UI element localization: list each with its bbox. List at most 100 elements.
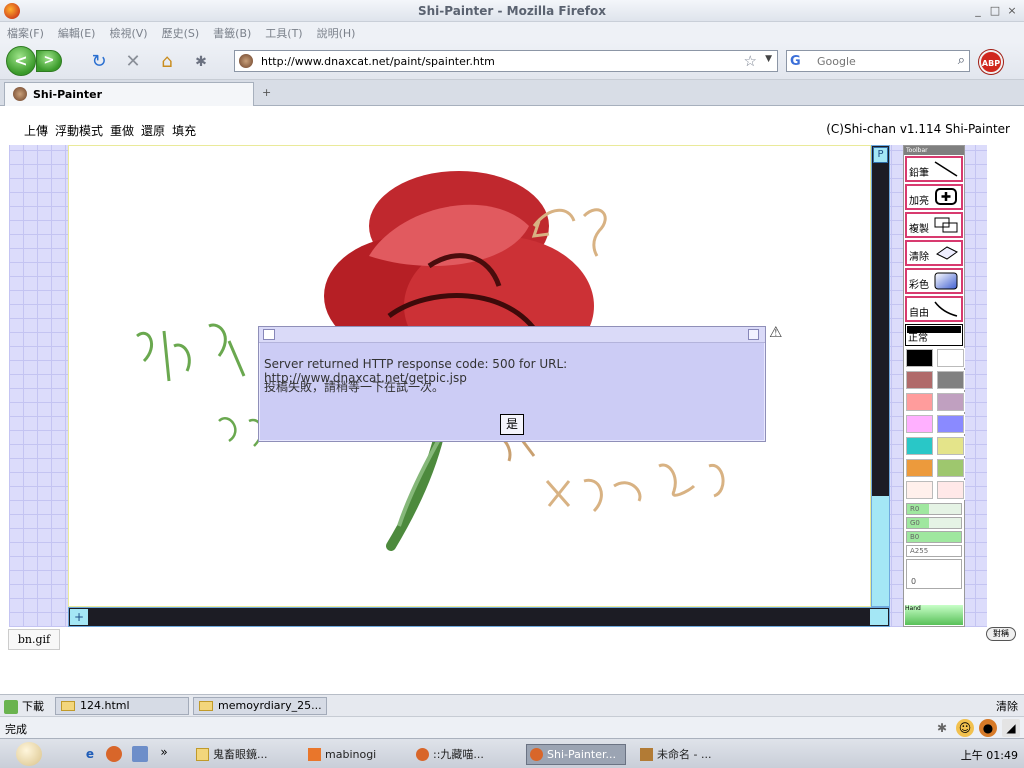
- copy-tool[interactable]: 複製: [905, 212, 963, 238]
- redo-link[interactable]: 重做: [110, 124, 134, 138]
- copy-tool-label: 複製: [909, 224, 929, 235]
- firefox-icon: [416, 748, 429, 761]
- app-icon: [308, 748, 321, 761]
- menu-tools[interactable]: 工具(T): [258, 22, 309, 44]
- vertical-scroll-thumb[interactable]: [872, 496, 889, 606]
- brush-size-value: 0: [911, 577, 917, 586]
- task-item-3[interactable]: ::九藏喵...: [412, 744, 522, 765]
- alpha-slider[interactable]: A255: [906, 545, 962, 557]
- color-swatch[interactable]: [936, 414, 965, 434]
- forward-button[interactable]: >: [36, 50, 62, 72]
- symmetry-button[interactable]: 對稱: [986, 627, 1016, 641]
- site-favicon: [239, 54, 253, 68]
- ie-icon[interactable]: e: [82, 746, 98, 762]
- dialog-maximize-icon[interactable]: [748, 329, 759, 340]
- float-mode-link[interactable]: 浮動模式: [55, 124, 103, 138]
- menubar: 檔案(F) 編輯(E) 檢視(V) 歷史(S) 書籤(B) 工具(T) 說明(H): [0, 22, 1024, 42]
- scroll-right-button[interactable]: [870, 609, 888, 625]
- more-quick-icon[interactable]: »: [156, 744, 172, 760]
- close-window-button[interactable]: ×: [1005, 4, 1019, 18]
- download-item-1[interactable]: 124.html: [55, 697, 189, 715]
- canvas-horizontal-scrollbar[interactable]: +: [68, 607, 890, 627]
- search-box[interactable]: G ⌕: [786, 50, 970, 72]
- canvas-vertical-scrollbar[interactable]: P: [871, 145, 890, 607]
- resize-grip-icon[interactable]: ◢: [1002, 719, 1020, 737]
- menu-view[interactable]: 檢視(V): [102, 22, 154, 44]
- color-swatch[interactable]: [936, 436, 965, 456]
- undo-link[interactable]: 還原: [141, 124, 165, 138]
- color-tool[interactable]: 彩色: [905, 268, 963, 294]
- explorer-quick-icon[interactable]: [132, 746, 148, 762]
- new-tab-button[interactable]: +: [262, 86, 271, 99]
- free-tool[interactable]: 自由: [905, 296, 963, 322]
- scroll-top-button[interactable]: P: [873, 147, 888, 163]
- menu-bookmarks[interactable]: 書籤(B): [206, 22, 258, 44]
- hand-tool[interactable]: Hand: [905, 605, 963, 625]
- red-slider[interactable]: R0: [906, 503, 962, 515]
- downloads-label[interactable]: 下載: [4, 698, 44, 714]
- maximize-button[interactable]: □: [988, 4, 1002, 18]
- firefox-status-icon[interactable]: ●: [979, 719, 997, 737]
- scroll-left-button[interactable]: +: [70, 609, 88, 625]
- home-icon[interactable]: ⌂: [156, 51, 178, 73]
- pencil-tool[interactable]: 鉛筆: [905, 156, 963, 182]
- color-swatch[interactable]: [936, 392, 965, 412]
- tab-label: Shi-Painter: [33, 88, 103, 101]
- google-icon[interactable]: G: [790, 54, 806, 70]
- copy-rect-icon: [934, 217, 958, 233]
- color-swatch[interactable]: [936, 480, 965, 500]
- bookmark-star-icon[interactable]: ☆: [744, 52, 757, 70]
- color-swatch[interactable]: [905, 458, 934, 478]
- task-item-4[interactable]: Shi-Painter...: [526, 744, 626, 765]
- clear-downloads-button[interactable]: 清除: [996, 698, 1018, 714]
- color-swatch[interactable]: [905, 348, 934, 368]
- adblock-icon[interactable]: ABP: [979, 50, 1003, 74]
- search-icon[interactable]: ⌕: [958, 53, 965, 68]
- start-button[interactable]: [16, 742, 42, 766]
- brush-size-box[interactable]: 0: [906, 559, 962, 589]
- color-swatch[interactable]: [905, 392, 934, 412]
- color-swatch[interactable]: [905, 414, 934, 434]
- task-item-2[interactable]: mabinogi: [304, 744, 404, 765]
- url-dropdown-icon[interactable]: ▼: [765, 54, 772, 64]
- blue-slider[interactable]: B0: [906, 531, 962, 543]
- back-button[interactable]: <: [6, 46, 36, 76]
- menu-history[interactable]: 歷史(S): [155, 22, 207, 44]
- firefox-quick-icon[interactable]: [106, 746, 122, 762]
- color-swatch[interactable]: [936, 370, 965, 390]
- color-swatch[interactable]: [936, 458, 965, 478]
- upload-link[interactable]: 上傳: [24, 124, 48, 138]
- url-bar[interactable]: http://www.dnaxcat.net/paint/spainter.ht…: [234, 50, 778, 72]
- menu-help[interactable]: 說明(H): [310, 22, 363, 44]
- minimize-button[interactable]: _: [971, 4, 985, 18]
- task-item-1[interactable]: 鬼畜眼鏡...: [192, 744, 302, 765]
- url-text[interactable]: http://www.dnaxcat.net/paint/spainter.ht…: [261, 55, 495, 68]
- color-swatch[interactable]: [905, 480, 934, 500]
- menu-edit[interactable]: 編輯(E): [51, 22, 103, 44]
- brighten-tool[interactable]: 加亮: [905, 184, 963, 210]
- menu-file[interactable]: 檔案(F): [0, 22, 51, 44]
- ok-button[interactable]: 是: [500, 414, 524, 435]
- stop-icon[interactable]: ✕: [122, 51, 144, 73]
- extension-icon[interactable]: ✱: [190, 51, 212, 73]
- tool-panel-header: Toolbar: [904, 146, 964, 155]
- color-swatch[interactable]: [905, 436, 934, 456]
- download-item-2[interactable]: memoyrdiary_25...: [193, 697, 327, 715]
- tab-shi-painter[interactable]: Shi-Painter: [4, 82, 254, 106]
- gear-icon[interactable]: ✱: [933, 719, 951, 737]
- task-item-5[interactable]: 未命名 - ...: [636, 744, 736, 765]
- search-input[interactable]: [817, 54, 937, 68]
- eraser-tool[interactable]: 清除: [905, 240, 963, 266]
- color-swatch[interactable]: [905, 370, 934, 390]
- monkey-icon[interactable]: ☺: [956, 719, 974, 737]
- warning-icon: ⚠: [769, 323, 783, 341]
- fill-link[interactable]: 填充: [172, 124, 196, 138]
- color-swatch[interactable]: [936, 348, 965, 368]
- blend-mode-box[interactable]: 正常: [905, 324, 963, 346]
- download-item-2-label: memoyrdiary_25...: [218, 699, 322, 712]
- green-slider[interactable]: G0: [906, 517, 962, 529]
- clock[interactable]: 上午 01:49: [961, 749, 1018, 762]
- retry-message: 投稿失敗，請稍等一下在試一次。: [264, 380, 445, 394]
- reload-icon[interactable]: ↻: [88, 51, 110, 73]
- tab-bar: Shi-Painter +: [0, 80, 1024, 106]
